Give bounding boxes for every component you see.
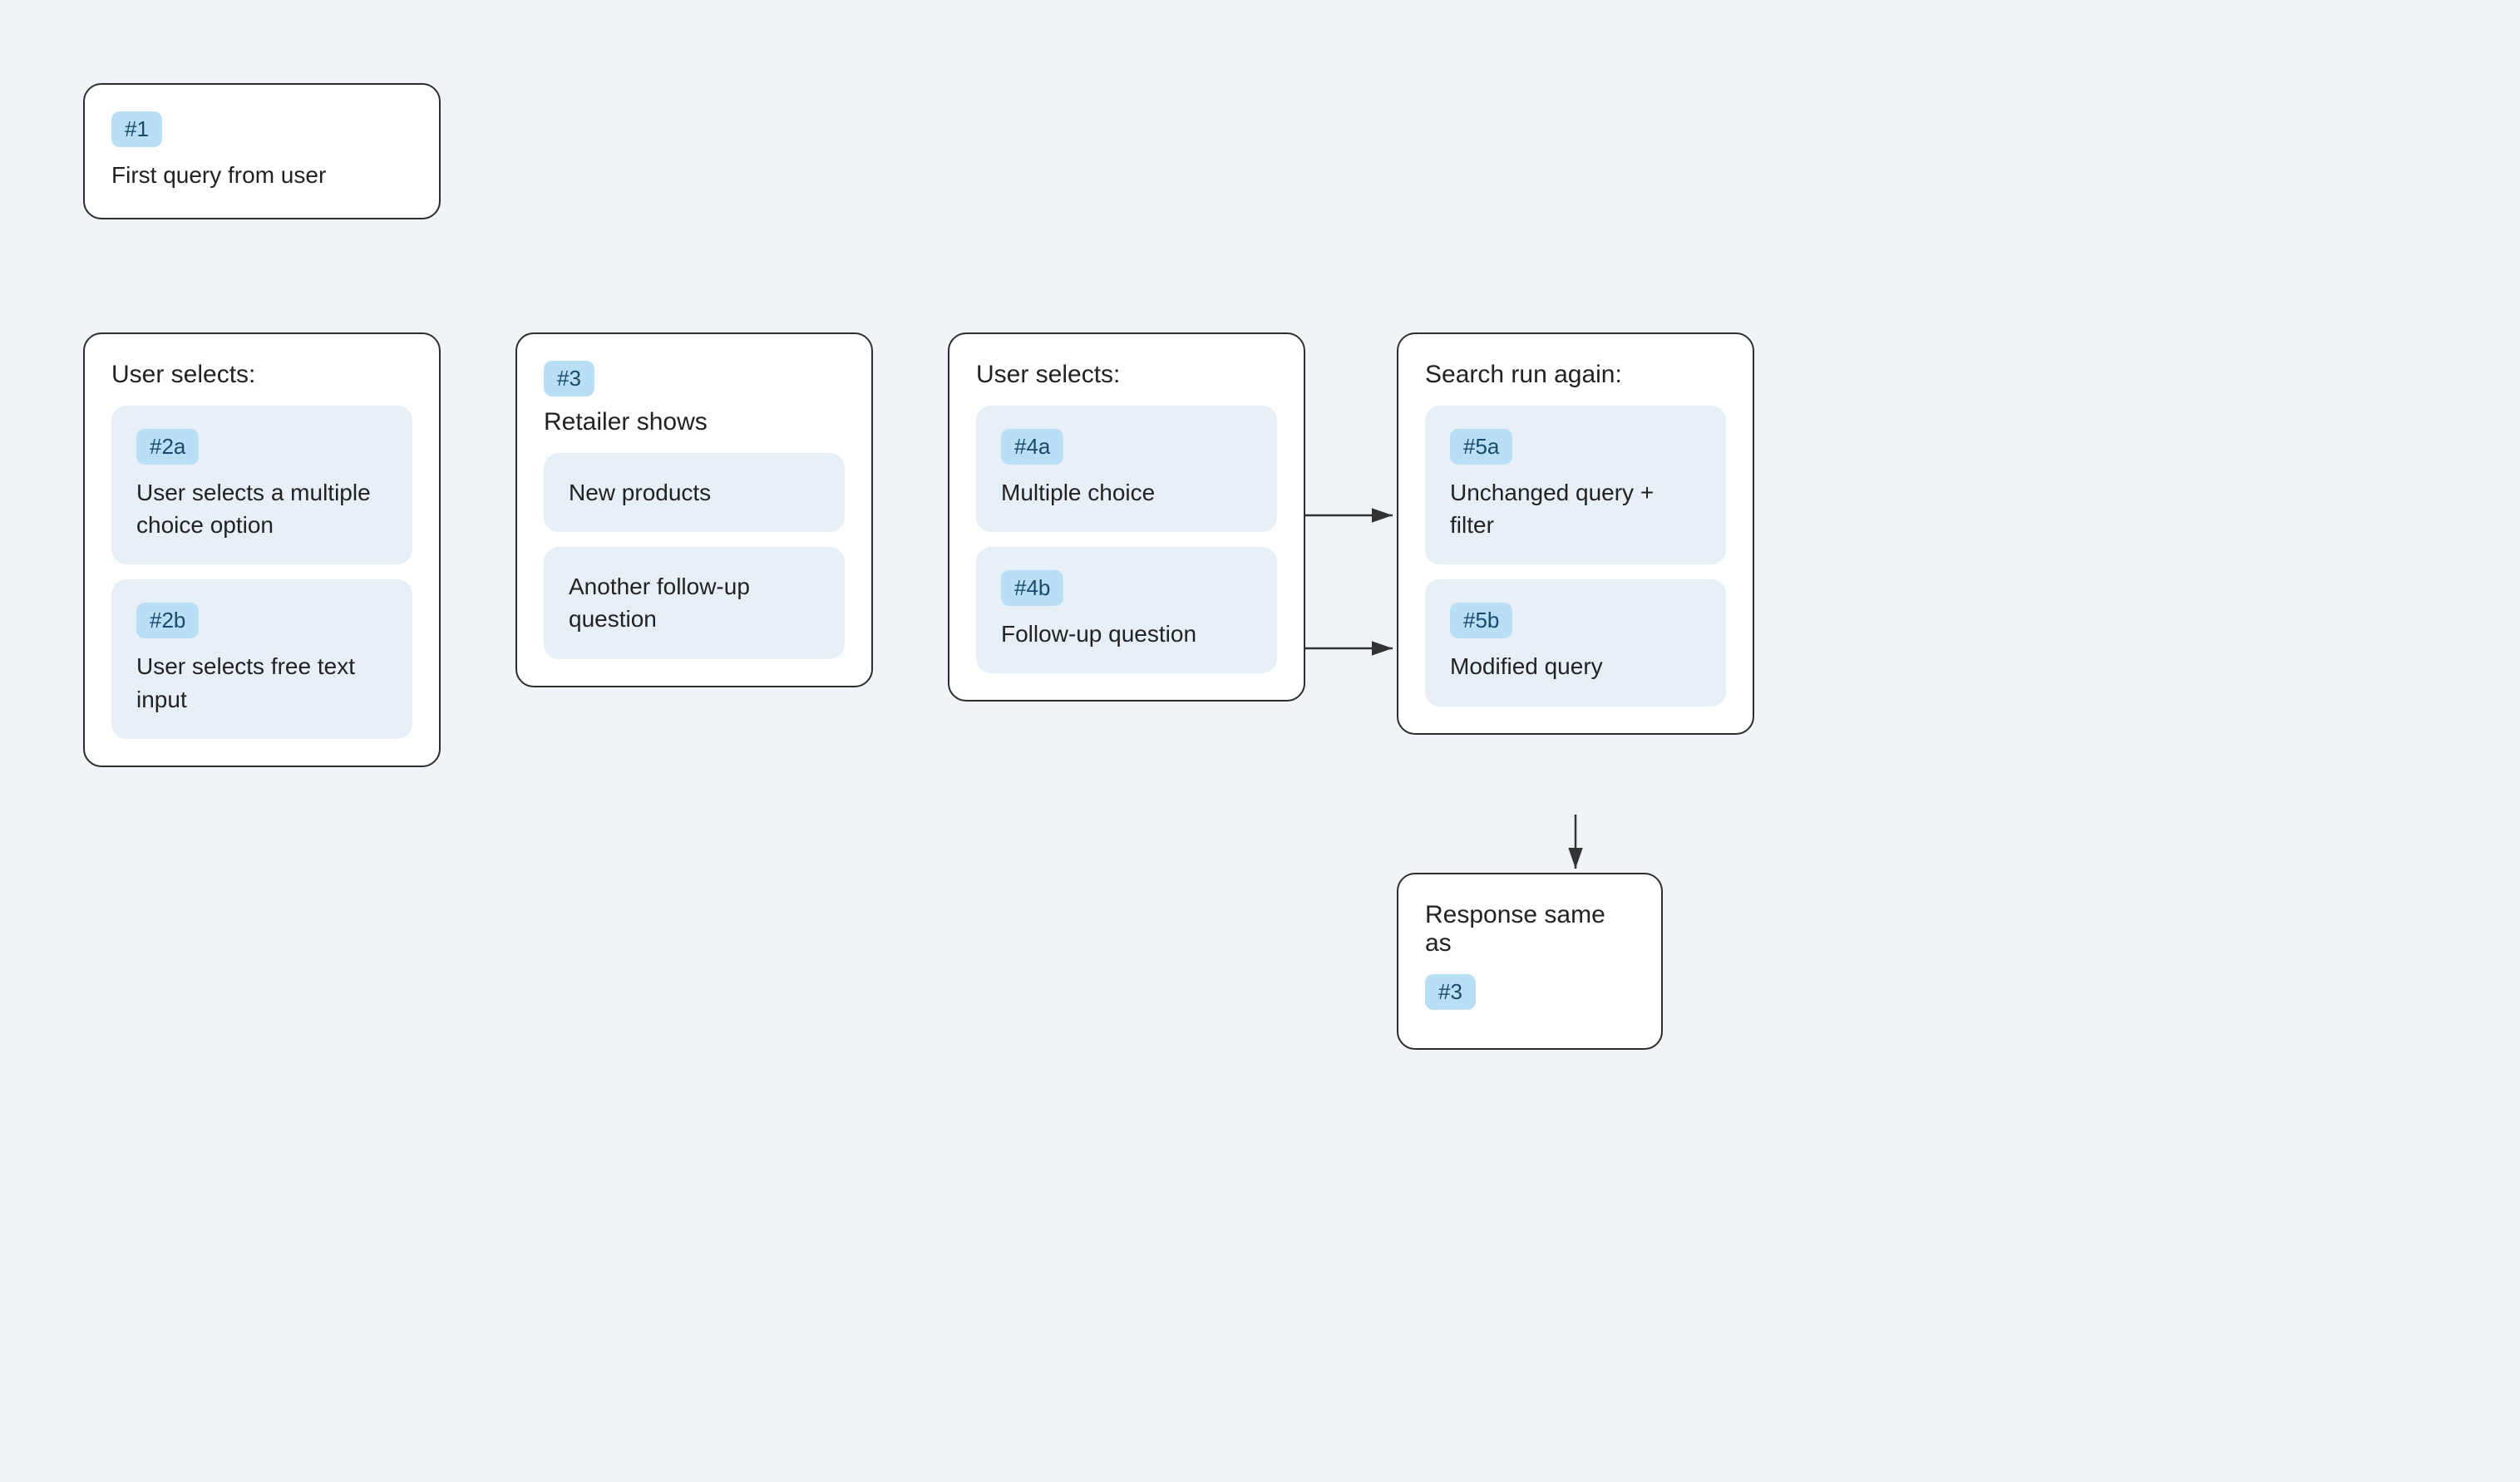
card-4-text-a: Multiple choice — [1001, 476, 1252, 509]
card-5-item-b: #5b Modified query — [1425, 579, 1726, 706]
card-4: User selects: #4a Multiple choice #4b Fo… — [948, 332, 1305, 702]
card-2-text-a: User selects a multiple choice option — [136, 476, 387, 541]
card-6: Response same as #3 — [1397, 873, 1663, 1050]
card-4-text-b: Follow-up question — [1001, 618, 1252, 650]
badge-5b: #5b — [1450, 603, 1512, 638]
card-3-item-a: New products — [544, 453, 845, 532]
card-1: #1 First query from user — [83, 83, 441, 219]
card-2-item-a: #2a User selects a multiple choice optio… — [111, 406, 412, 564]
badge-4a: #4a — [1001, 429, 1063, 465]
badge-5a: #5a — [1450, 429, 1512, 465]
card-2-title: User selects: — [111, 361, 412, 389]
card-5-text-b: Modified query — [1450, 650, 1701, 682]
card-5-text-a: Unchanged query + filter — [1450, 476, 1701, 541]
card-3: #3 Retailer shows New products Another f… — [515, 332, 873, 687]
card-5-title: Search run again: — [1425, 361, 1726, 389]
card-1-text: First query from user — [111, 159, 412, 191]
card-5: Search run again: #5a Unchanged query + … — [1397, 332, 1754, 735]
card-2-text-b: User selects free text input — [136, 650, 387, 715]
card-4-title: User selects: — [976, 361, 1277, 389]
card-2-item-b: #2b User selects free text input — [111, 579, 412, 738]
badge-1: #1 — [111, 111, 162, 147]
card-6-title: Response same as — [1425, 901, 1635, 958]
card-2: User selects: #2a User selects a multipl… — [83, 332, 441, 767]
badge-4b: #4b — [1001, 570, 1063, 606]
badge-2b: #2b — [136, 603, 199, 638]
badge-2a: #2a — [136, 429, 199, 465]
badge-6: #3 — [1425, 974, 1476, 1010]
card-4-item-a: #4a Multiple choice — [976, 406, 1277, 532]
card-3-item-b: Another follow-up question — [544, 547, 845, 658]
diagram-container: #1 First query from user User selects: #… — [0, 0, 2520, 1482]
card-3-text-a: New products — [569, 476, 820, 509]
card-3-text-b: Another follow-up question — [569, 570, 820, 635]
card-3-title: Retailer shows — [544, 408, 845, 436]
card-4-item-b: #4b Follow-up question — [976, 547, 1277, 673]
card-5-item-a: #5a Unchanged query + filter — [1425, 406, 1726, 564]
badge-3: #3 — [544, 361, 594, 396]
